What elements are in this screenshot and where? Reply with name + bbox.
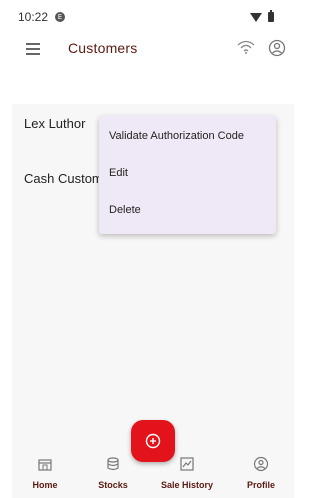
nav-item-sale-history[interactable]: Sale History <box>157 450 217 490</box>
menu-item-edit[interactable]: Edit <box>109 167 128 179</box>
nav-item-stocks[interactable]: Stocks <box>83 450 143 490</box>
app-bar: Customers <box>0 34 300 64</box>
notification-badge-icon: E <box>55 12 65 22</box>
bottom-nav: Home Stocks Sale History Profile <box>0 450 300 498</box>
store-icon <box>38 459 52 471</box>
battery-icon <box>268 10 274 22</box>
menu-item-delete[interactable]: Delete <box>109 204 141 216</box>
nav-item-profile[interactable]: Profile <box>231 450 291 490</box>
status-time: 10:22 <box>18 10 49 24</box>
customer-item[interactable]: Lex Luthor <box>24 116 85 131</box>
chart-icon <box>180 457 194 471</box>
nav-label-sale-history: Sale History <box>160 480 214 490</box>
add-icon <box>145 433 161 449</box>
menu-item-validate-authorization-code[interactable]: Validate Authorization Code <box>109 130 244 142</box>
nav-label-home: Home <box>32 480 58 490</box>
wifi-icon[interactable] <box>236 39 256 55</box>
profile-icon <box>253 456 269 472</box>
context-menu: Validate Authorization Code Edit Delete <box>99 116 276 234</box>
page-title: Customers <box>68 40 138 56</box>
nav-label-profile: Profile <box>246 480 275 490</box>
status-icons <box>250 10 274 22</box>
status-bar: 10:22 E <box>0 0 300 34</box>
database-icon <box>107 457 119 471</box>
nav-item-home[interactable]: Home <box>15 450 75 490</box>
signal-icon <box>250 12 262 22</box>
profile-icon[interactable] <box>268 39 286 57</box>
menu-icon[interactable] <box>26 43 40 55</box>
nav-label-stocks: Stocks <box>98 480 128 490</box>
